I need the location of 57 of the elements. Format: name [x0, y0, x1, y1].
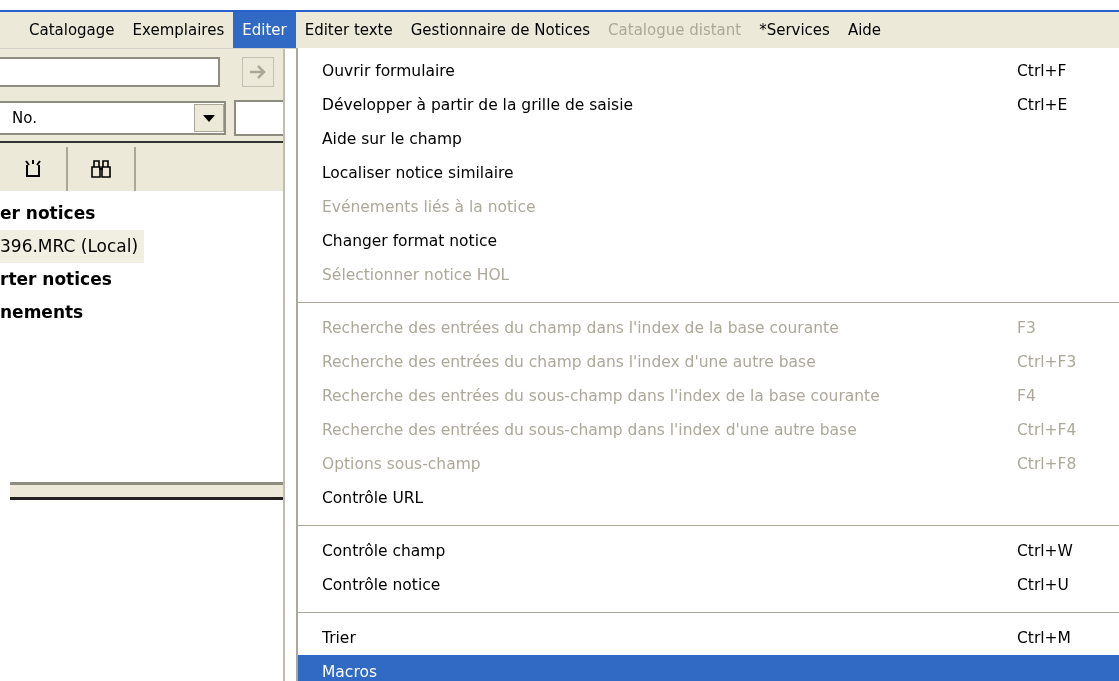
option-label: Recherche des entrées du sous-champ dans l'index de la base courante — [322, 387, 881, 405]
option-label: Macros — [322, 663, 378, 681]
option-label: Développer à partir de la grille de saisie — [322, 96, 635, 114]
menu-option[interactable]: Trier Ctrl+M — [298, 621, 1119, 655]
shortcut-label: Ctrl+W — [1017, 542, 1073, 560]
option-label: Ouvrir formulaire — [322, 62, 456, 80]
tree-item[interactable]: nements — [0, 296, 90, 329]
shortcut-label: Ctrl+E — [1017, 96, 1068, 114]
menu-option[interactable]: Contrôle URL — [298, 481, 1119, 515]
shortcut-label: Ctrl+F — [1017, 62, 1067, 80]
arrow-icon — [248, 64, 268, 80]
tree-item[interactable]: er notices — [0, 197, 102, 230]
menu-option[interactable]: Macros — [298, 655, 1119, 681]
shortcut-label: Ctrl+F4 — [1017, 421, 1077, 439]
menu-item[interactable]: Exemplaires — [123, 12, 234, 48]
menu-option[interactable]: Contrôle champ Ctrl+W — [298, 534, 1119, 568]
shortcut-label: F4 — [1017, 387, 1036, 405]
option-label: Trier — [322, 629, 357, 647]
option-label: Sélectionner notice HOL — [322, 266, 511, 284]
option-label: Contrôle champ — [322, 542, 447, 560]
search-type-dropdown[interactable]: No. — [0, 101, 226, 135]
menu-item[interactable]: Catalogage — [20, 12, 124, 48]
menu-option[interactable]: Contrôle notice Ctrl+U — [298, 568, 1119, 602]
shortcut-label: Ctrl+F3 — [1017, 353, 1077, 371]
binoculars-icon — [90, 159, 112, 179]
menu-option[interactable]: Changer format notice — [298, 224, 1119, 258]
shortcut-label: Ctrl+F8 — [1017, 455, 1077, 473]
caret-icon — [203, 114, 215, 122]
option-label: Localiser notice similaire — [322, 164, 515, 182]
shortcut-label: Ctrl+M — [1017, 629, 1071, 647]
option-label: Recherche des entrées du champ dans l'index d'une autre base — [322, 353, 817, 371]
option-label: Contrôle URL — [322, 489, 425, 507]
menu-item[interactable]: *Services — [750, 12, 839, 48]
cup-icon — [24, 159, 42, 179]
menu-option[interactable]: Aide sur le champ — [298, 122, 1119, 156]
input-field[interactable] — [234, 100, 283, 136]
menu-item[interactable]: Gestionnaire de Notices — [401, 12, 600, 48]
splitter-bar[interactable] — [10, 482, 283, 500]
search-field[interactable] — [0, 57, 220, 87]
menu-option[interactable]: Localiser notice similaire — [298, 156, 1119, 190]
option-label: Evénements liés à la notice — [322, 198, 537, 216]
menu-item[interactable]: Editer — [233, 12, 296, 48]
option-label: Contrôle notice — [322, 576, 442, 594]
tree-item[interactable]: 396.MRC (Local) — [0, 230, 145, 263]
option-label: Changer format notice — [322, 232, 499, 250]
tree-item[interactable]: rter notices — [0, 263, 118, 296]
option-label: Options sous-champ — [322, 455, 482, 473]
dropdown-button[interactable] — [194, 104, 224, 132]
menu-item[interactable]: Aide — [838, 12, 891, 48]
shortcut-label: Ctrl+U — [1017, 576, 1069, 594]
option-label: Aide sur le champ — [322, 130, 463, 148]
menu-option[interactable]: Développer à partir de la grille de saisie Ctrl+E — [298, 88, 1119, 122]
option-label: Recherche des entrées du sous-champ dans l'index d'une autre base — [322, 421, 858, 439]
menu-item[interactable]: Editer texte — [295, 12, 402, 48]
shortcut-label: F3 — [1017, 319, 1036, 337]
option-label: Recherche des entrées du champ dans l'index de la base courante — [322, 319, 840, 337]
menu-option[interactable]: Ouvrir formulaire Ctrl+F — [298, 54, 1119, 88]
